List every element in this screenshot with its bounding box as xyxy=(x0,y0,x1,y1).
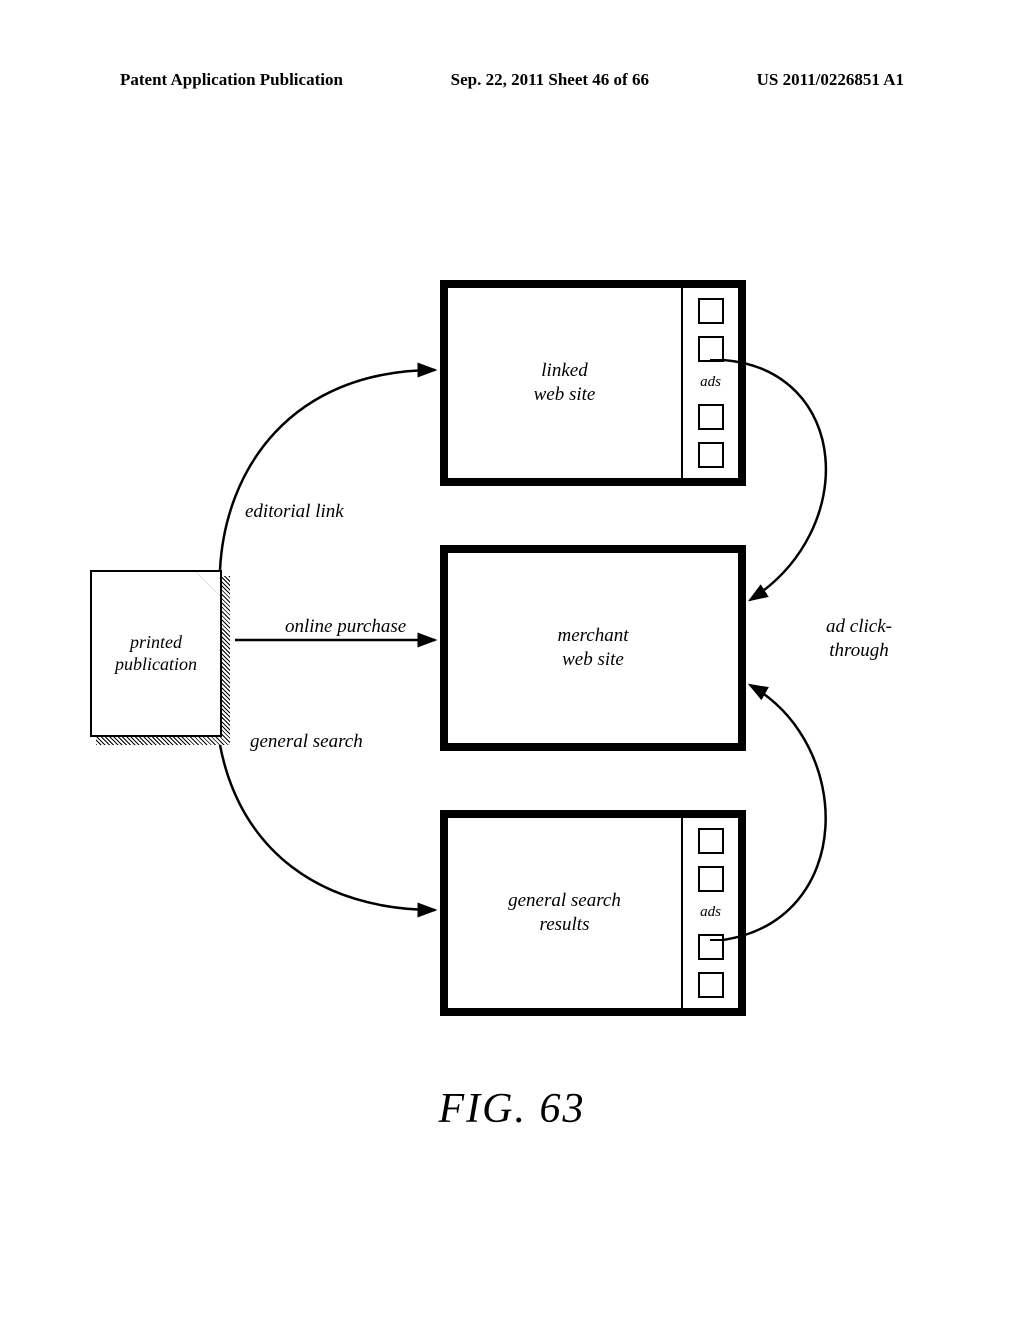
ads-label: ads xyxy=(700,374,721,391)
label-ad-clickthrough: ad click-through xyxy=(798,615,920,663)
search-results-label: general search results xyxy=(448,818,681,1008)
figure-caption: FIG. 63 xyxy=(0,1085,1024,1133)
box-search-results: general search results ads xyxy=(440,810,746,1016)
ad-square-icon xyxy=(698,298,724,324)
header-left: Patent Application Publication xyxy=(120,70,343,90)
header-center: Sep. 22, 2011 Sheet 46 of 66 xyxy=(451,70,649,90)
merchant-site-label: merchant web site xyxy=(448,553,738,743)
doc-label: printed publication xyxy=(115,632,197,675)
label-general-search: general search xyxy=(250,730,363,754)
ad-square-icon xyxy=(698,828,724,854)
ad-square-icon xyxy=(698,972,724,998)
page-header: Patent Application Publication Sep. 22, … xyxy=(120,70,904,90)
ad-square-icon xyxy=(698,934,724,960)
linked-site-label: linked web site xyxy=(448,288,681,478)
box-merchant-site: merchant web site xyxy=(440,545,746,751)
box-linked-site: linked web site ads xyxy=(440,280,746,486)
ads-label: ads xyxy=(700,904,721,921)
ad-square-icon xyxy=(698,336,724,362)
results-ads-panel: ads xyxy=(681,818,738,1008)
label-editorial-link: editorial link xyxy=(245,500,344,524)
ad-square-icon xyxy=(698,404,724,430)
flow-diagram: printed publication linked web site ads … xyxy=(90,270,920,1070)
label-online-purchase: online purchase xyxy=(285,615,406,639)
doc-fold-icon xyxy=(194,570,222,598)
header-right: US 2011/0226851 A1 xyxy=(757,70,904,90)
ad-square-icon xyxy=(698,442,724,468)
linked-site-ads-panel: ads xyxy=(681,288,738,478)
ad-square-icon xyxy=(698,866,724,892)
doc-printed-publication: printed publication xyxy=(90,570,230,745)
